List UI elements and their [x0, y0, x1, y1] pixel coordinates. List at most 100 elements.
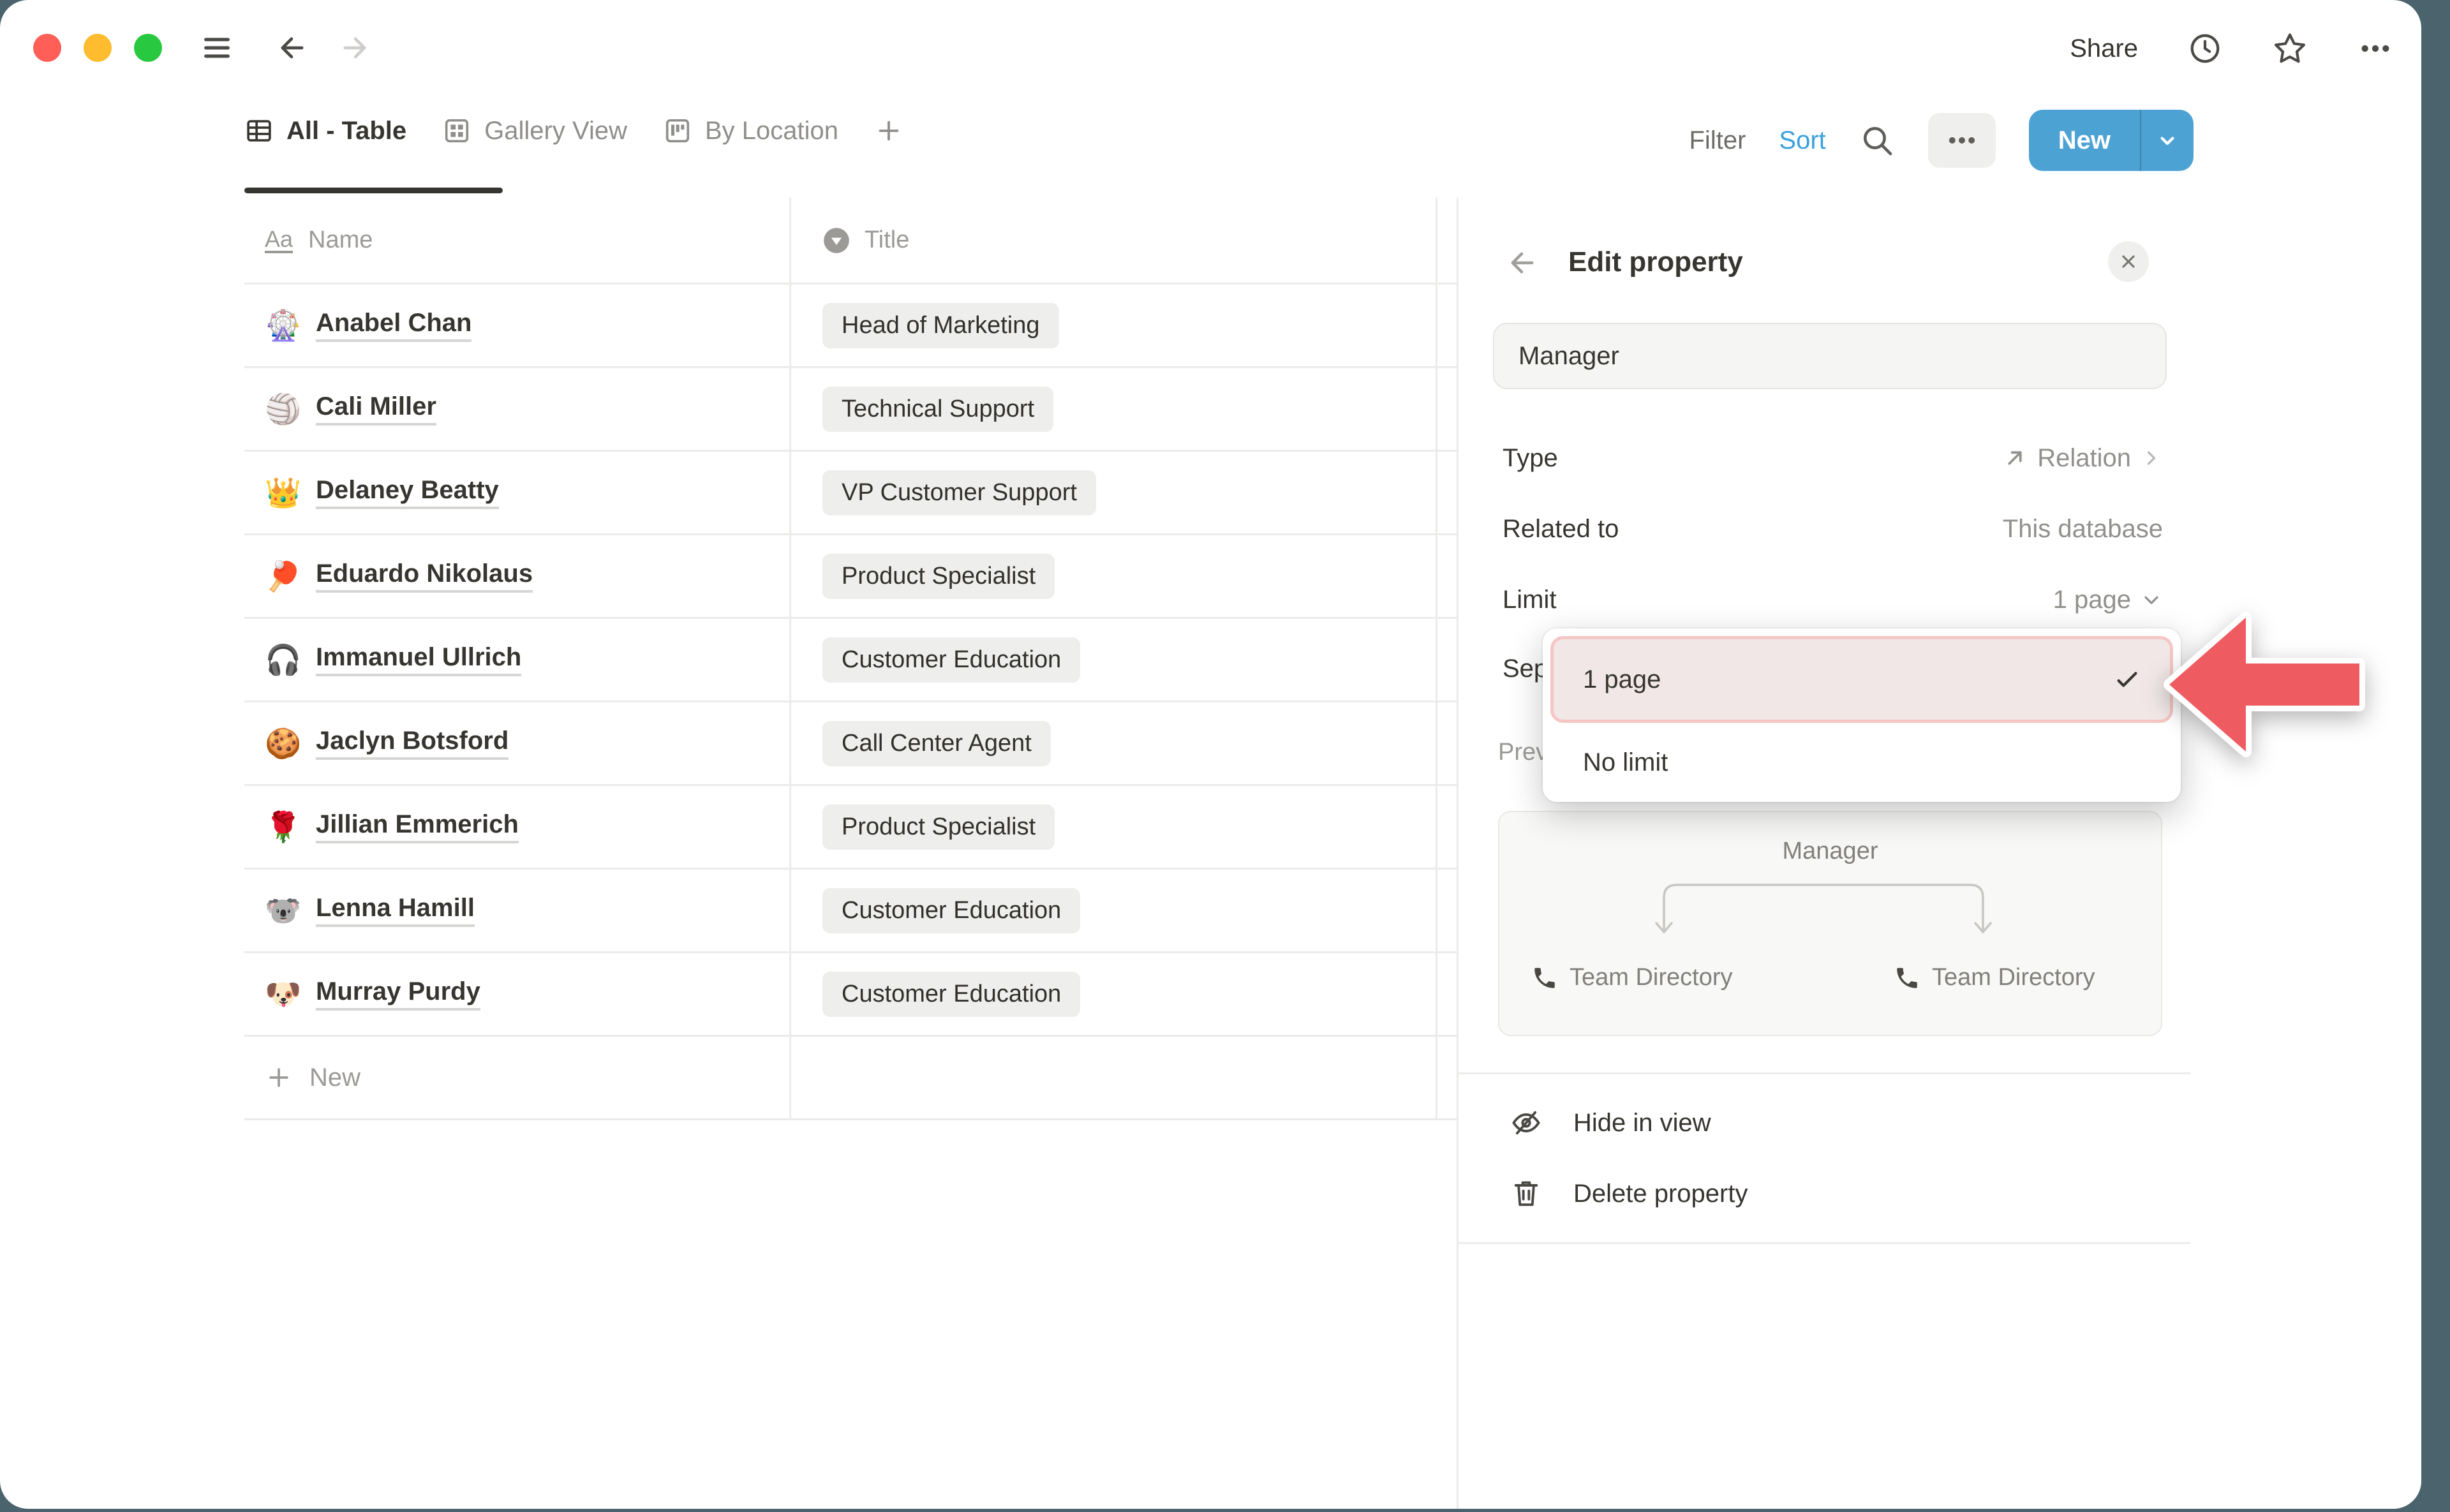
more-options-icon[interactable] [2357, 31, 2393, 66]
panel-divider [1459, 1072, 2190, 1074]
tab-label: By Location [705, 117, 838, 145]
preview-item-label: Team Directory [1570, 964, 1733, 991]
new-dropdown-button[interactable] [2140, 110, 2194, 171]
window-top-bar: Share [0, 0, 2421, 96]
related-to-field-row[interactable]: Related to This database [1503, 494, 2163, 564]
tab-by-location[interactable]: By Location [663, 116, 838, 145]
title-tag[interactable]: Head of Marketing [822, 303, 1059, 348]
person-name-link[interactable]: Murray Purdy [316, 977, 480, 1011]
tab-all-table[interactable]: All - Table [244, 116, 406, 145]
person-name-link[interactable]: Delaney Beatty [316, 476, 499, 509]
table-row[interactable]: 🍪 Jaclyn Botsford Call Center Agent [244, 702, 1457, 786]
title-tag[interactable]: Customer Education [822, 972, 1080, 1017]
favorite-star-icon[interactable] [2272, 31, 2308, 66]
column-label: Name [308, 226, 373, 254]
panel-close-button[interactable] [2108, 241, 2149, 282]
column-divider[interactable] [789, 198, 791, 1120]
forward-arrow-icon[interactable] [338, 31, 371, 64]
field-label: Type [1503, 444, 1558, 473]
table-row[interactable]: 🐶Murray Purdy Customer Education [244, 953, 1457, 1037]
relation-preview-card: Manager Team Directory Team Directory [1498, 811, 2162, 1036]
database-table: Aa Name Title 🎡Anabel Chan Head of Marke… [244, 198, 1457, 1120]
column-header-name[interactable]: Aa Name [244, 226, 789, 254]
new-row-button[interactable]: New [244, 1037, 1457, 1120]
title-tag[interactable]: Customer Education [822, 888, 1080, 933]
table-row[interactable]: 🎧 Immanuel Ullrich Customer Education [244, 619, 1457, 702]
dropdown-option-1-page[interactable]: 1 page [1550, 636, 2173, 723]
updates-clock-icon[interactable] [2188, 31, 2222, 66]
edit-property-panel: Edit property Type Relation Related to T… [1457, 198, 2421, 1509]
annotation-arrow-icon [2163, 607, 2367, 762]
relation-bracket-lines [1651, 872, 1996, 936]
title-tag[interactable]: VP Customer Support [822, 470, 1096, 515]
person-name-link[interactable]: Lenna Hamill [316, 894, 475, 927]
preview-item-label: Team Directory [1932, 964, 2095, 991]
row-emoji: 🍪 [265, 726, 301, 761]
tab-gallery-view[interactable]: Gallery View [442, 116, 627, 145]
person-name-link[interactable]: Eduardo Nikolaus [316, 560, 533, 593]
traffic-lights [33, 34, 162, 62]
check-icon [2112, 665, 2142, 694]
delete-property-button[interactable]: Delete property [1459, 1160, 2190, 1227]
title-tag[interactable]: Product Specialist [822, 554, 1055, 599]
sidebar-menu-icon[interactable] [200, 31, 234, 64]
row-emoji: 🏓 [265, 559, 301, 594]
field-label: Limit [1503, 586, 1556, 614]
tab-label: All - Table [286, 117, 406, 145]
add-view-plus-icon[interactable] [874, 116, 903, 145]
title-tag[interactable]: Product Specialist [822, 804, 1055, 850]
option-label: 1 page [1583, 665, 1661, 694]
zoom-window-button[interactable] [134, 34, 162, 62]
person-name-link[interactable]: Jaclyn Botsford [316, 727, 509, 760]
limit-field-row[interactable]: Limit 1 page [1503, 565, 2163, 635]
new-button[interactable]: New [2029, 110, 2140, 171]
title-tag[interactable]: Customer Education [822, 637, 1080, 683]
person-name-link[interactable]: Immanuel Ullrich [316, 643, 521, 676]
table-header-row: Aa Name Title [244, 198, 1457, 285]
share-button[interactable]: Share [2070, 34, 2138, 63]
view-options-button[interactable] [1928, 113, 1996, 168]
active-tab-underline [244, 188, 503, 193]
back-arrow-icon[interactable] [276, 31, 309, 64]
relation-arrow-icon [2001, 445, 2028, 471]
dropdown-option-no-limit[interactable]: No limit [1550, 730, 2173, 794]
table-row[interactable]: 👑Delaney Beatty VP Customer Support [244, 452, 1457, 535]
phone-icon [1531, 965, 1558, 991]
clipped-field-label: Sep [1503, 655, 1548, 683]
table-row[interactable]: 🏐Cali Miller Technical Support [244, 368, 1457, 452]
hide-in-view-button[interactable]: Hide in view [1459, 1089, 2190, 1157]
phone-icon [1894, 965, 1920, 991]
sort-button[interactable]: Sort [1779, 126, 1825, 155]
row-emoji: 🌹 [265, 810, 301, 845]
table-row[interactable]: 🌹 Jillian Emmerich Product Specialist [244, 786, 1457, 870]
row-emoji: 🎧 [265, 642, 301, 678]
close-window-button[interactable] [33, 34, 61, 62]
panel-title: Edit property [1568, 246, 1743, 278]
table-right-border[interactable] [1436, 198, 1437, 1120]
filter-button[interactable]: Filter [1689, 126, 1746, 155]
chevron-down-icon [2155, 128, 2180, 153]
title-tag[interactable]: Call Center Agent [822, 721, 1051, 766]
person-name-link[interactable]: Jillian Emmerich [316, 810, 519, 843]
column-header-title[interactable]: Title [789, 226, 1457, 255]
text-property-icon: Aa [265, 227, 293, 254]
panel-divider [1459, 1242, 2190, 1244]
eye-off-icon [1510, 1106, 1543, 1139]
minimize-window-button[interactable] [84, 34, 112, 62]
plus-icon [265, 1064, 293, 1092]
person-name-link[interactable]: Anabel Chan [316, 309, 471, 342]
gallery-view-icon [442, 116, 471, 145]
title-tag[interactable]: Technical Support [822, 387, 1053, 432]
column-label: Title [865, 226, 909, 254]
preview-related-page: Team Directory [1894, 964, 2095, 991]
limit-dropdown-menu: 1 page No limit [1543, 628, 2181, 802]
panel-back-icon[interactable] [1506, 246, 1539, 279]
person-name-link[interactable]: Cali Miller [316, 392, 436, 426]
property-name-input[interactable] [1493, 323, 2167, 389]
type-field-row[interactable]: Type Relation [1503, 423, 2163, 493]
search-icon[interactable] [1859, 122, 1895, 158]
board-view-icon [663, 116, 692, 145]
table-row[interactable]: 🎡Anabel Chan Head of Marketing [244, 285, 1457, 368]
table-row[interactable]: 🐨Lenna Hamill Customer Education [244, 870, 1457, 953]
table-row[interactable]: 🏓 Eduardo Nikolaus Product Specialist [244, 535, 1457, 619]
